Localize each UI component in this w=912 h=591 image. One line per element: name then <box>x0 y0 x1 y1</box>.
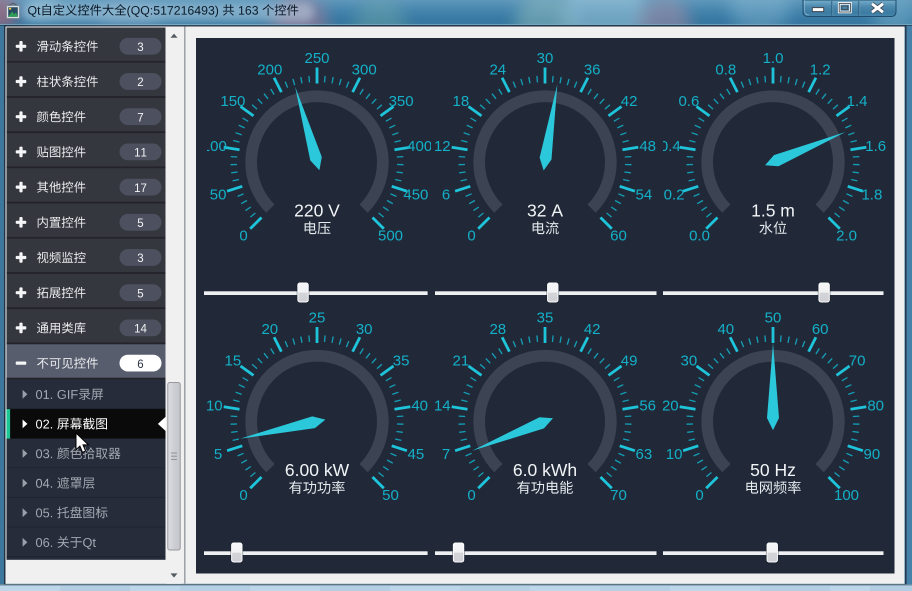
svg-text:100: 100 <box>834 487 859 504</box>
svg-text:50: 50 <box>765 310 782 327</box>
svg-text:56: 56 <box>639 397 656 414</box>
svg-text:63: 63 <box>636 446 653 463</box>
svg-text:20: 20 <box>261 321 278 338</box>
svg-text:3: 3 <box>137 253 143 265</box>
svg-text:150: 150 <box>220 93 245 110</box>
svg-text:35: 35 <box>393 353 410 370</box>
svg-text:15: 15 <box>225 353 242 370</box>
svg-text:54: 54 <box>636 186 653 203</box>
svg-text:1.0: 1.0 <box>763 50 784 67</box>
svg-text:21: 21 <box>453 353 470 370</box>
svg-text:0.8: 0.8 <box>715 62 736 79</box>
svg-text:30: 30 <box>681 353 698 370</box>
svg-text:2.0: 2.0 <box>836 228 857 245</box>
svg-text:18: 18 <box>453 93 470 110</box>
svg-text:70: 70 <box>610 487 627 504</box>
svg-text:30: 30 <box>537 50 554 67</box>
svg-text:7: 7 <box>137 112 143 124</box>
svg-text:1.8: 1.8 <box>861 186 882 203</box>
svg-text:5: 5 <box>137 288 143 300</box>
svg-text:30: 30 <box>356 321 373 338</box>
svg-text:450: 450 <box>403 186 428 203</box>
svg-text:400: 400 <box>407 138 432 155</box>
svg-text:350: 350 <box>389 93 414 110</box>
svg-text:1.6: 1.6 <box>865 138 886 155</box>
svg-text:0: 0 <box>467 228 475 245</box>
svg-text:7: 7 <box>442 446 450 463</box>
svg-text:250: 250 <box>304 50 329 67</box>
svg-text:25: 25 <box>309 310 326 327</box>
svg-text:0.2: 0.2 <box>664 186 685 203</box>
svg-text:10: 10 <box>666 446 683 463</box>
svg-text:40: 40 <box>717 321 734 338</box>
svg-text:45: 45 <box>408 446 425 463</box>
svg-text:1.2: 1.2 <box>810 62 831 79</box>
svg-text:48: 48 <box>639 138 656 155</box>
svg-text:2: 2 <box>137 77 143 89</box>
svg-text:1.5 m: 1.5 m <box>751 200 795 220</box>
svg-text:36: 36 <box>584 62 601 79</box>
svg-text:60: 60 <box>610 228 627 245</box>
svg-text:80: 80 <box>867 397 884 414</box>
svg-text:200: 200 <box>257 62 282 79</box>
svg-text:0: 0 <box>467 487 475 504</box>
svg-text:60: 60 <box>812 321 829 338</box>
svg-text:49: 49 <box>621 353 638 370</box>
svg-text:3: 3 <box>137 42 143 54</box>
svg-text:50: 50 <box>210 186 227 203</box>
svg-text:50: 50 <box>382 487 399 504</box>
svg-text:6: 6 <box>137 359 143 371</box>
svg-text:12: 12 <box>434 138 451 155</box>
svg-text:6.00 kW: 6.00 kW <box>285 460 350 480</box>
svg-text:220 V: 220 V <box>294 200 340 220</box>
svg-text:500: 500 <box>378 228 403 245</box>
svg-text:5: 5 <box>137 218 143 230</box>
svg-text:5: 5 <box>214 446 222 463</box>
svg-text:300: 300 <box>352 62 377 79</box>
svg-text:0: 0 <box>239 487 247 504</box>
svg-text:6: 6 <box>442 186 450 203</box>
svg-text:42: 42 <box>584 321 601 338</box>
svg-text:70: 70 <box>849 353 866 370</box>
svg-text:14: 14 <box>134 324 147 336</box>
svg-text:50 Hz: 50 Hz <box>750 460 796 480</box>
svg-text:32 A: 32 A <box>527 200 563 220</box>
svg-text:6.0 kWh: 6.0 kWh <box>513 460 577 480</box>
svg-text:11: 11 <box>134 148 147 160</box>
svg-text:90: 90 <box>864 446 881 463</box>
svg-text:0: 0 <box>239 228 247 245</box>
svg-text:0.0: 0.0 <box>689 228 710 245</box>
svg-text:24: 24 <box>489 62 506 79</box>
svg-text:0: 0 <box>695 487 703 504</box>
svg-text:10: 10 <box>206 397 223 414</box>
svg-text:17: 17 <box>134 183 147 195</box>
svg-text:42: 42 <box>621 93 638 110</box>
svg-text:35: 35 <box>537 310 554 327</box>
svg-text:14: 14 <box>434 397 451 414</box>
svg-text:1.4: 1.4 <box>847 93 868 110</box>
svg-text:28: 28 <box>489 321 506 338</box>
svg-text:20: 20 <box>662 397 679 414</box>
svg-text:40: 40 <box>411 397 428 414</box>
svg-text:0.6: 0.6 <box>678 93 699 110</box>
